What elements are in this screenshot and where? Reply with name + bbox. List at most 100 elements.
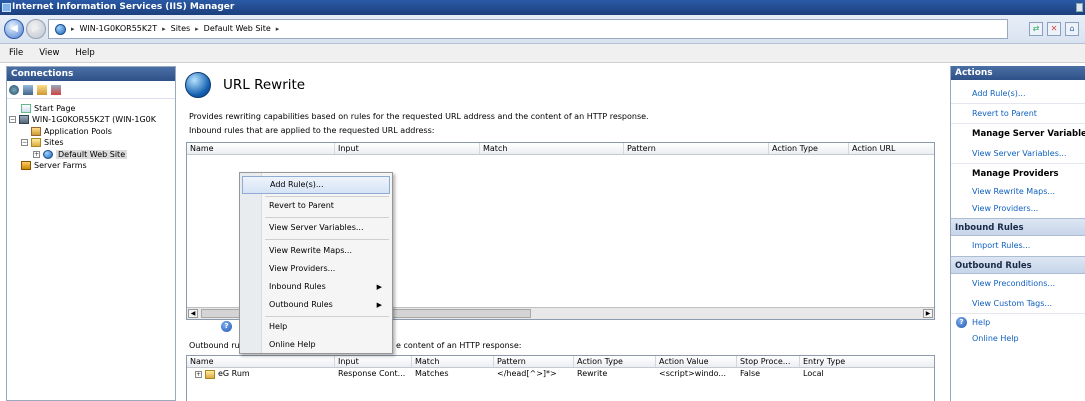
action-revert-to-parent[interactable]: Revert to Parent — [951, 104, 1085, 124]
ctx-inbound-rules[interactable]: Inbound Rules ▶ — [242, 278, 390, 296]
inbound-grid-header: Name Input Match Pattern Action Type Act… — [187, 143, 934, 155]
ctx-add-rules[interactable]: Add Rule(s)... — [242, 176, 390, 194]
breadcrumb-separator-icon: ▸ — [162, 25, 166, 33]
globe-icon — [55, 23, 66, 35]
col-action-type[interactable]: Action Type — [769, 143, 849, 154]
tree-label: Default Web Site — [56, 150, 128, 159]
ctx-online-help[interactable]: Online Help — [242, 336, 390, 354]
action-add-rules[interactable]: Add Rule(s)... — [951, 84, 1085, 104]
outbound-rules-grid[interactable]: Name Input Match Pattern Action Type Act… — [186, 355, 935, 401]
ctx-inbound-rules-label: Inbound Rules — [269, 282, 326, 291]
action-group-inbound-rules: Inbound Rules — [951, 218, 1085, 236]
row-pattern: </head[^>]*> — [497, 369, 557, 378]
tree-sites[interactable]: − Sites — [21, 137, 64, 148]
save-icon[interactable] — [23, 84, 33, 95]
tree-server-farms[interactable]: Server Farms — [21, 160, 87, 171]
connect-icon[interactable]: ⇄ — [1029, 22, 1043, 36]
connections-toolbar — [7, 81, 175, 99]
col-action-value[interactable]: Action Value — [656, 356, 737, 367]
ctx-view-providers[interactable]: View Providers... — [242, 260, 390, 278]
expand-icon[interactable]: + — [33, 151, 40, 158]
row-stop-processing: False — [740, 369, 761, 378]
menu-separator — [265, 239, 389, 240]
col-name[interactable]: Name — [187, 143, 335, 154]
col-input[interactable]: Input — [335, 356, 412, 367]
action-view-preconditions[interactable]: View Preconditions... — [951, 274, 1085, 294]
remove-connection-icon[interactable] — [51, 84, 61, 95]
row-input: Response Cont... — [338, 369, 406, 378]
breadcrumb-default-web-site[interactable]: Default Web Site — [204, 20, 271, 38]
scroll-right-icon[interactable]: ▶ — [923, 309, 933, 318]
breadcrumb-separator-icon: ▸ — [71, 25, 75, 33]
table-row[interactable]: + eG Rum Response Cont... Matches </head… — [187, 368, 934, 380]
refresh-folder-icon[interactable] — [37, 84, 47, 95]
col-action-url[interactable]: Action URL — [849, 143, 934, 154]
breadcrumb-sites[interactable]: Sites — [171, 20, 191, 38]
menu-view[interactable]: View — [39, 44, 59, 62]
tree-label: Sites — [44, 138, 64, 147]
row-action-value: <script>windo... — [659, 369, 726, 378]
tree-label: WIN-1G0KOR55K2T (WIN-1G0K — [32, 115, 157, 124]
breadcrumb-server[interactable]: WIN-1G0KOR55K2T — [80, 20, 158, 38]
application-pools-icon — [31, 127, 41, 136]
scroll-left-icon[interactable]: ◀ — [188, 309, 198, 318]
action-view-custom-tags[interactable]: View Custom Tags... — [951, 294, 1085, 314]
window-title-bar: Internet Information Services (IIS) Mana… — [0, 0, 1085, 15]
menu-file[interactable]: File — [9, 44, 23, 62]
ctx-view-rewrite-maps[interactable]: View Rewrite Maps... — [242, 242, 390, 260]
outbound-grid-header: Name Input Match Pattern Action Type Act… — [187, 356, 934, 368]
col-pattern[interactable]: Pattern — [624, 143, 769, 154]
action-help-label: Help — [972, 318, 991, 327]
ctx-outbound-rules[interactable]: Outbound Rules ▶ — [242, 296, 390, 314]
ctx-help-label: Help — [269, 322, 288, 331]
minimize-button[interactable] — [1076, 3, 1083, 12]
ctx-help[interactable]: ? Help — [221, 318, 390, 336]
col-entry-type[interactable]: Entry Type — [800, 356, 870, 367]
tree-default-web-site[interactable]: + Default Web Site — [33, 149, 128, 160]
col-action-type[interactable]: Action Type — [574, 356, 656, 367]
url-rewrite-globe-icon — [185, 72, 211, 98]
outbound-rules-label-left: Outbound rul — [189, 341, 242, 350]
col-pattern[interactable]: Pattern — [494, 356, 574, 367]
action-view-rewrite-maps[interactable]: View Rewrite Maps... — [951, 184, 1085, 200]
address-breadcrumb[interactable]: ▸ WIN-1G0KOR55K2T ▸ Sites ▸ Default Web … — [48, 19, 1008, 39]
ctx-view-server-variables[interactable]: View Server Variables... — [242, 219, 390, 237]
col-stop-processing[interactable]: Stop Proce... — [737, 356, 800, 367]
breadcrumb-separator-icon: ▸ — [275, 25, 280, 33]
connect-server-icon[interactable] — [9, 84, 19, 95]
feature-header: URL Rewrite — [185, 72, 305, 98]
website-globe-icon — [43, 150, 53, 159]
tree-start-page[interactable]: Start Page — [21, 103, 75, 114]
actions-header: Actions — [951, 66, 1085, 80]
menu-help[interactable]: Help — [75, 44, 94, 62]
home-icon[interactable]: ⌂ — [1065, 22, 1079, 36]
collapse-icon[interactable]: − — [9, 116, 16, 123]
connections-panel: Connections Start Page − WIN-1G0KOR55K2T… — [6, 66, 176, 401]
connections-header: Connections — [7, 67, 175, 81]
forward-button[interactable]: ▶ — [26, 19, 46, 39]
tree-server[interactable]: − WIN-1G0KOR55K2T (WIN-1G0K — [9, 114, 156, 125]
help-icon: ? — [221, 321, 232, 332]
col-match[interactable]: Match — [480, 143, 624, 154]
tree-app-pools[interactable]: Application Pools — [31, 126, 112, 137]
breadcrumb-separator-icon: ▸ — [195, 25, 199, 33]
submenu-arrow-icon: ▶ — [376, 301, 382, 309]
back-button[interactable]: ◀ — [4, 19, 24, 39]
col-input[interactable]: Input — [335, 143, 480, 154]
collapse-icon[interactable]: − — [21, 139, 28, 146]
col-name[interactable]: Name — [187, 356, 335, 367]
expand-icon[interactable]: + — [195, 370, 202, 378]
action-view-providers[interactable]: View Providers... — [951, 200, 1085, 218]
action-online-help[interactable]: Online Help — [951, 331, 1085, 347]
tree-label: Start Page — [34, 104, 76, 113]
menu-separator — [265, 316, 389, 317]
action-help[interactable]: ? Help — [951, 314, 1085, 331]
col-match[interactable]: Match — [412, 356, 494, 367]
ctx-revert-to-parent[interactable]: Revert to Parent — [242, 197, 390, 215]
inbound-rules-label: Inbound rules that are applied to the re… — [189, 126, 435, 135]
action-view-server-variables[interactable]: View Server Variables... — [951, 144, 1085, 164]
tree-label: Application Pools — [44, 127, 112, 136]
action-import-rules[interactable]: Import Rules... — [951, 236, 1085, 256]
ctx-outbound-rules-label: Outbound Rules — [269, 300, 333, 309]
stop-icon[interactable]: ✕ — [1047, 22, 1061, 36]
